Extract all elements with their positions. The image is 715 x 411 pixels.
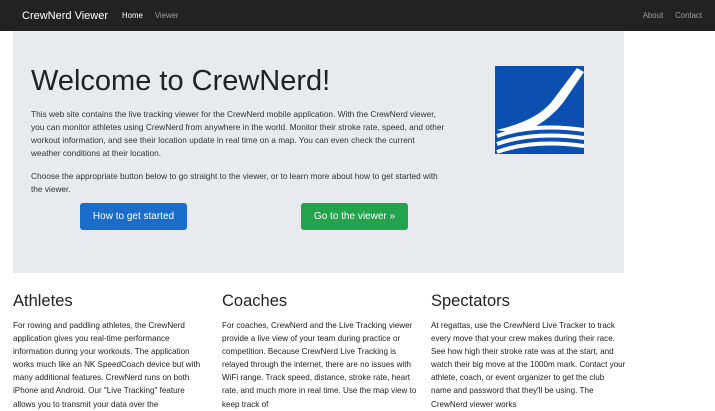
spectators-column: Spectators At regattas, use the CrewNerd… [431,292,626,411]
athletes-column: Athletes For rowing and paddling athlete… [13,292,208,411]
top-navbar: CrewNerd Viewer Home Viewer About Contac… [0,0,715,31]
athletes-text: For rowing and paddling athletes, the Cr… [13,321,201,409]
welcome-jumbotron: Welcome to CrewNerd! This web site conta… [13,31,624,273]
coaches-column: Coaches For coaches, CrewNerd and the Li… [222,292,417,411]
nav-home-link[interactable]: Home [122,11,143,20]
intro-paragraph: This web site contains the live tracking… [31,109,445,158]
coaches-heading: Coaches [222,292,288,310]
nav-contact-link[interactable]: Contact [675,11,702,20]
how-to-get-started-button[interactable]: How to get started [80,203,187,230]
nav-right-group: About Contact [643,11,715,20]
crewnerd-logo-graphic [496,68,585,154]
welcome-heading: Welcome to CrewNerd! [31,65,331,97]
athletes-heading: Athletes [13,292,73,310]
coaches-text: For coaches, CrewNerd and the Live Track… [222,321,417,409]
crewnerd-oar-logo-icon [495,66,585,154]
spectators-text: At regattas, use the CrewNerd Live Track… [431,321,626,409]
nav-viewer-link[interactable]: Viewer [155,11,179,20]
choose-paragraph: Choose the appropriate button below to g… [31,171,438,194]
nav-about-link[interactable]: About [643,11,663,20]
spectators-heading: Spectators [431,292,510,310]
brand-link[interactable]: CrewNerd Viewer [22,10,108,22]
go-to-viewer-button[interactable]: Go to the viewer » [301,203,408,230]
